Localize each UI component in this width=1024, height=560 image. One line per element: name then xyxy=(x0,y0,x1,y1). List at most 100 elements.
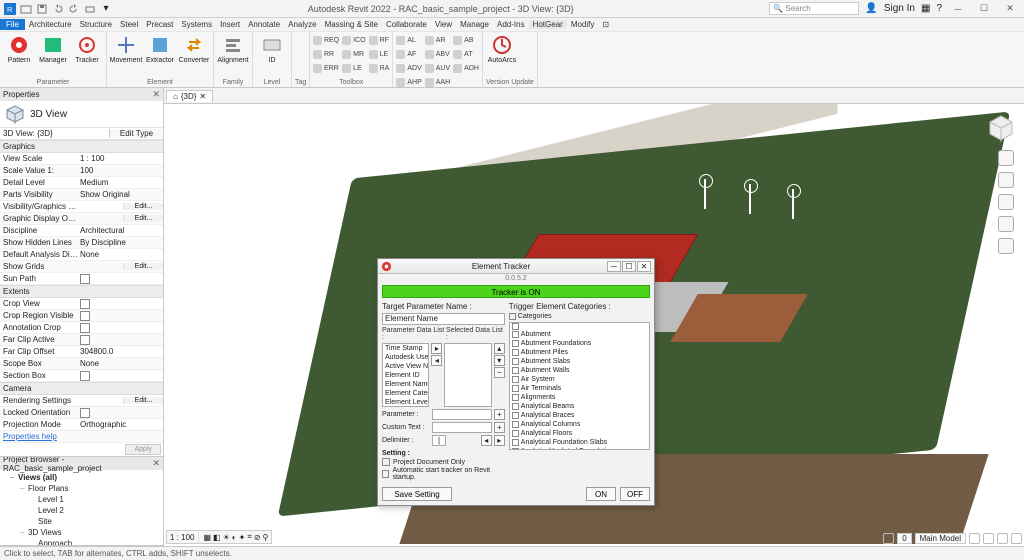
param-item[interactable]: Time Stamp xyxy=(383,344,428,353)
edit-button[interactable]: Edit... xyxy=(123,203,163,210)
ribbon-small-af[interactable]: AF xyxy=(396,48,421,61)
menu-steel[interactable]: Steel xyxy=(116,20,142,29)
prop-row[interactable]: Parts VisibilityShow Original xyxy=(0,189,163,201)
ribbon-small-ab[interactable]: AB xyxy=(453,34,479,47)
menu-annotate[interactable]: Annotate xyxy=(244,20,284,29)
search-input[interactable]: 🔍 Search xyxy=(769,2,859,15)
prop-row[interactable]: Crop Region Visible xyxy=(0,310,163,322)
minimize-button[interactable]: ─ xyxy=(948,2,968,16)
categories-list[interactable]: AbutmentAbutment FoundationsAbutment Pil… xyxy=(509,322,650,450)
param-item[interactable]: Element ID xyxy=(383,371,428,380)
edit-type-button[interactable]: Edit Type xyxy=(109,129,163,138)
view-control-bar[interactable]: 1 : 100 │ ▦ ◧ ☀ ◐ ✦ ⌗ ⊘ ⚲ xyxy=(166,530,272,544)
ribbon-small-at[interactable]: AT xyxy=(453,48,479,61)
ribbon-autoarcs-button[interactable]: AutoArcs xyxy=(486,34,518,64)
ribbon-id-button[interactable]: ID xyxy=(256,34,288,64)
param-item[interactable]: Autodesk User Name xyxy=(383,353,428,362)
parameter-add-button[interactable]: + xyxy=(494,409,505,420)
param-item[interactable]: Active View Name xyxy=(383,362,428,371)
qa-save-icon[interactable] xyxy=(36,3,48,15)
project-tree[interactable]: –Views (all)–Floor PlansLevel 1Level 2Si… xyxy=(0,470,163,546)
qa-open-icon[interactable] xyxy=(20,3,32,15)
filter-icon[interactable] xyxy=(969,533,980,544)
selected-list[interactable] xyxy=(444,343,491,407)
ribbon-small-adh[interactable]: ADH xyxy=(453,62,479,75)
opt-autostart-checkbox[interactable] xyxy=(382,470,389,478)
ribbon-extractor-button[interactable]: Extractor xyxy=(144,34,176,64)
nav-zoom-icon[interactable] xyxy=(998,194,1014,210)
menu-structure[interactable]: Structure xyxy=(76,20,116,29)
edit-button[interactable]: Edit... xyxy=(123,397,163,404)
ribbon-manager-button[interactable]: Manager xyxy=(37,34,69,64)
nav-pan-icon[interactable] xyxy=(998,172,1014,188)
parameter-list[interactable]: Time StampAutodesk User NameActive View … xyxy=(382,343,429,407)
category-item[interactable]: Abutment Slabs xyxy=(510,357,649,366)
properties-close-icon[interactable]: ✕ xyxy=(152,89,160,100)
prop-row[interactable]: Far Clip Active xyxy=(0,334,163,346)
off-button[interactable]: OFF xyxy=(620,487,650,501)
move-down-button[interactable]: ▾ xyxy=(494,355,505,366)
edit-button[interactable]: Edit... xyxy=(123,215,163,222)
prop-row[interactable]: Graphic Display OptionsEdit... xyxy=(0,213,163,225)
prop-row[interactable]: Section Box xyxy=(0,370,163,382)
category-checkbox[interactable] xyxy=(512,430,519,437)
dialog-close-button[interactable]: ✕ xyxy=(637,261,651,272)
tree-node[interactable]: Site xyxy=(2,516,163,527)
menu-collaborate[interactable]: Collaborate xyxy=(382,20,431,29)
category-item[interactable]: Analytical Floors xyxy=(510,429,649,438)
move-right-button[interactable]: ▸ xyxy=(431,343,442,354)
category-item[interactable]: Analytical Isolated Foundation xyxy=(510,447,649,450)
prop-row[interactable]: Crop View xyxy=(0,298,163,310)
checkbox[interactable] xyxy=(80,323,90,333)
category-checkbox[interactable] xyxy=(512,385,519,392)
menu-systems[interactable]: Systems xyxy=(177,20,216,29)
move-left-button[interactable]: ◂ xyxy=(431,355,442,366)
delimiter-field[interactable]: | xyxy=(432,435,446,446)
category-item[interactable]: Abutment Piles xyxy=(510,348,649,357)
ribbon-small-req[interactable]: REQ xyxy=(313,34,339,47)
menu-view[interactable]: View xyxy=(431,20,456,29)
crop-icon[interactable]: ⌗ xyxy=(247,532,252,542)
save-setting-button[interactable]: Save Setting xyxy=(382,487,452,501)
category-item[interactable]: Air Terminals xyxy=(510,384,649,393)
edit-button[interactable]: Edit... xyxy=(123,263,163,270)
on-button[interactable]: ON xyxy=(586,487,616,501)
sign-in-link[interactable]: Sign In xyxy=(884,3,915,14)
app-switcher-icon[interactable]: ▦ xyxy=(921,3,930,14)
category-item[interactable]: Abutment Foundations xyxy=(510,339,649,348)
browser-close-icon[interactable]: ✕ xyxy=(152,458,160,469)
ribbon-small-adv[interactable]: ADV xyxy=(396,62,421,75)
detail-level-icon[interactable]: ▦ xyxy=(203,533,211,542)
category-checkbox[interactable] xyxy=(512,367,519,374)
pin-icon[interactable] xyxy=(997,533,1008,544)
prop-row[interactable]: Detail LevelMedium xyxy=(0,177,163,189)
prop-row[interactable]: Far Clip Offset304800.0 xyxy=(0,346,163,358)
drag-icon[interactable] xyxy=(1011,533,1022,544)
render-icon[interactable]: ✦ xyxy=(239,533,246,542)
scale-display[interactable]: 1 : 100 xyxy=(170,533,194,542)
category-item[interactable] xyxy=(510,323,649,330)
tree-node[interactable]: Approach xyxy=(2,538,163,546)
ribbon-small-ar[interactable]: AR xyxy=(425,34,450,47)
ribbon-alignment-button[interactable]: Alignment xyxy=(217,34,249,64)
prop-row[interactable]: Show Hidden LinesBy Discipline xyxy=(0,237,163,249)
ribbon-small-ra[interactable]: RA xyxy=(369,62,390,75)
workset-display[interactable]: Main Model xyxy=(915,533,966,544)
ribbon-movement-button[interactable]: Movement xyxy=(110,34,142,64)
parameter-field[interactable] xyxy=(432,409,492,420)
menu-insert[interactable]: Insert xyxy=(216,20,244,29)
category-item[interactable]: Abutment xyxy=(510,330,649,339)
menu-massing[interactable]: Massing & Site xyxy=(321,20,382,29)
tree-node[interactable]: –Floor Plans xyxy=(2,483,163,494)
ribbon-small-le[interactable]: LE xyxy=(342,62,365,75)
ribbon-small-abv[interactable]: ABV xyxy=(425,48,450,61)
prop-row[interactable]: Visibility/Graphics OverridesEdit... xyxy=(0,201,163,213)
prop-row[interactable]: Locked Orientation xyxy=(0,407,163,419)
menu-manage[interactable]: Manage xyxy=(456,20,493,29)
tree-node[interactable]: Level 1 xyxy=(2,494,163,505)
category-checkbox[interactable] xyxy=(512,439,519,446)
qa-dropdown-icon[interactable]: ▾ xyxy=(100,3,112,15)
view-tab-3d[interactable]: ⌂ {3D} ✕ xyxy=(166,90,213,102)
menu-analyze[interactable]: Analyze xyxy=(284,20,320,29)
ribbon-small-al[interactable]: AL xyxy=(396,34,421,47)
